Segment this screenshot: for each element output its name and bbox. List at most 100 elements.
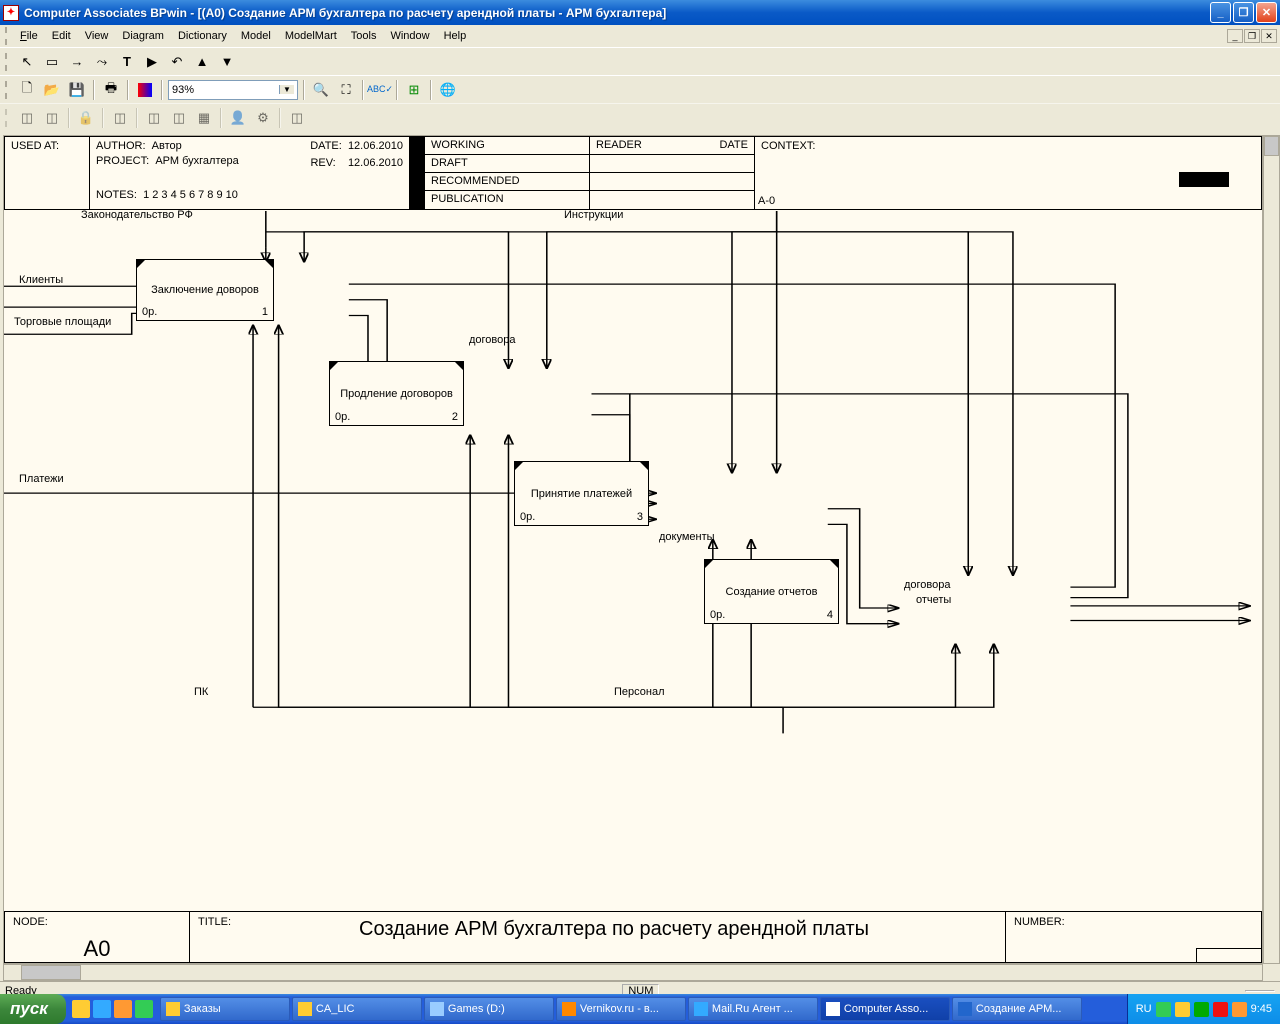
window-title: Computer Associates BPwin - [(A0) Создан…: [24, 6, 1210, 20]
app-icon: ✦: [3, 5, 19, 21]
system-tray: RU 9:45: [1127, 994, 1280, 1024]
horizontal-scrollbar[interactable]: [3, 964, 1263, 981]
menu-model[interactable]: Model: [234, 28, 278, 44]
label-areas: Торговые площади: [14, 316, 111, 328]
toolbar-tools: ↖ ▭ → ⤳ T ▶ ↶ ▲ ▼: [0, 47, 1280, 75]
task-1[interactable]: Заказы: [160, 997, 290, 1021]
zoom-dropdown-arrow[interactable]: ▼: [279, 85, 294, 94]
idef-footer: NODE: A0 TITLE: Создание АРМ бухгалтера …: [4, 911, 1262, 963]
toolbar-grip-2[interactable]: [5, 81, 10, 99]
undo-button[interactable]: ↶: [166, 51, 188, 73]
activity-box-1[interactable]: Заключение доворов 0р. 1: [136, 259, 274, 321]
toolbar-grip[interactable]: [5, 53, 10, 71]
minimize-button[interactable]: _: [1210, 2, 1231, 23]
pointer-tool-button[interactable]: ↖: [16, 51, 38, 73]
menu-tools[interactable]: Tools: [344, 28, 384, 44]
diagram-canvas[interactable]: USED AT: AUTHOR: Автор DATE: 12.06.2010 …: [3, 135, 1263, 964]
label-clients: Клиенты: [19, 274, 63, 286]
task-6[interactable]: Computer Asso...: [820, 997, 950, 1021]
palette-button[interactable]: [138, 83, 152, 97]
menu-dictionary[interactable]: Dictionary: [171, 28, 234, 44]
tray-icon-2[interactable]: [1175, 1002, 1190, 1017]
menu-bar: File Edit View Diagram Dictionary Model …: [0, 25, 1280, 47]
spellcheck-button[interactable]: ABC✓: [369, 79, 391, 101]
down-arrow-button[interactable]: ▼: [216, 51, 238, 73]
task-7[interactable]: Создание АРМ...: [952, 997, 1082, 1021]
mdi-close-button[interactable]: ✕: [1261, 29, 1277, 43]
ql-icon-4[interactable]: [135, 1000, 153, 1018]
mm-btn-3: ◫: [109, 107, 131, 129]
new-button[interactable]: 🗋: [16, 79, 38, 101]
text-tool-button[interactable]: T: [116, 51, 138, 73]
mm-btn-7: 👤: [227, 107, 249, 129]
task-5[interactable]: Mail.Ru Агент ...: [688, 997, 818, 1021]
label-reports-out: отчеты: [916, 594, 951, 606]
menu-view[interactable]: View: [78, 28, 116, 44]
toolbar-grip-3[interactable]: [5, 109, 10, 127]
zoom-combo[interactable]: 93% ▼: [168, 80, 298, 100]
menu-help[interactable]: Help: [437, 28, 474, 44]
author-cell: AUTHOR: Автор DATE: 12.06.2010 PROJECT: …: [90, 137, 410, 209]
save-button[interactable]: 💾: [66, 79, 88, 101]
ql-icon-1[interactable]: [72, 1000, 90, 1018]
task-4[interactable]: Vernikov.ru - в...: [556, 997, 686, 1021]
mm-lock-button: 🔒: [75, 107, 97, 129]
idef-header: USED AT: AUTHOR: Автор DATE: 12.06.2010 …: [4, 136, 1262, 210]
mm-btn-6: ▦: [193, 107, 215, 129]
mm-btn-9: ◫: [286, 107, 308, 129]
label-pc: ПК: [194, 686, 208, 698]
mdi-restore-button[interactable]: ❐: [1244, 29, 1260, 43]
start-button[interactable]: пуск: [0, 994, 66, 1024]
arrow-tool-button[interactable]: →: [66, 51, 88, 73]
activity-box-4[interactable]: Создание отчетов 0р. 4: [704, 559, 839, 624]
zoom-fit-button[interactable]: ⛶: [335, 79, 357, 101]
task-2[interactable]: CA_LIC: [292, 997, 422, 1021]
box-tool-button[interactable]: ▭: [41, 51, 63, 73]
activity-box-3[interactable]: Принятие платежей 0р. 3: [514, 461, 649, 526]
used-at-cell: USED AT:: [5, 137, 90, 209]
label-law: Законодательство РФ: [81, 209, 193, 221]
play-button[interactable]: ▶: [141, 51, 163, 73]
tray-icon-5[interactable]: [1232, 1002, 1247, 1017]
tray-icon-3[interactable]: [1194, 1002, 1209, 1017]
node-cell: NODE: A0: [5, 912, 190, 962]
mm-btn-4: ◫: [143, 107, 165, 129]
title-bar: ✦ Computer Associates BPwin - [(A0) Созд…: [0, 0, 1280, 25]
menu-modelmart[interactable]: ModelMart: [278, 28, 344, 44]
tree-button[interactable]: ⊞: [403, 79, 425, 101]
label-documents: документы: [659, 531, 715, 543]
zoom-in-button[interactable]: 🔍: [310, 79, 332, 101]
status-cell: WORKING DRAFT RECOMMENDED PUBLICATION: [425, 137, 590, 209]
menu-diagram[interactable]: Diagram: [115, 28, 171, 44]
close-button[interactable]: ✕: [1256, 2, 1277, 23]
mm-btn-5: ◫: [168, 107, 190, 129]
maximize-button[interactable]: ❐: [1233, 2, 1254, 23]
menu-file[interactable]: File: [13, 28, 45, 44]
toolbar-modelmart: ◫ ◫ 🔒 ◫ ◫ ◫ ▦ 👤 ⚙ ◫: [0, 103, 1280, 131]
print-button[interactable]: 🖶: [100, 79, 122, 101]
mdi-minimize-button[interactable]: _: [1227, 29, 1243, 43]
tray-icon-1[interactable]: [1156, 1002, 1171, 1017]
black-marker: [410, 137, 425, 209]
activity-box-2[interactable]: Продление договоров 0р. 2: [329, 361, 464, 426]
ql-icon-2[interactable]: [93, 1000, 111, 1018]
open-button[interactable]: 📂: [41, 79, 63, 101]
menu-edit[interactable]: Edit: [45, 28, 78, 44]
clock[interactable]: 9:45: [1251, 1003, 1272, 1015]
globe-button[interactable]: 🌐: [437, 79, 459, 101]
zoom-value: 93%: [172, 84, 279, 96]
menu-grip[interactable]: [5, 27, 10, 45]
tunnel-tool-button[interactable]: ⤳: [91, 51, 113, 73]
up-arrow-button[interactable]: ▲: [191, 51, 213, 73]
lang-indicator[interactable]: RU: [1136, 1003, 1152, 1015]
vertical-scrollbar[interactable]: [1263, 135, 1280, 964]
diagram-body[interactable]: Законодательство РФ Клиенты Торговые пло…: [4, 211, 1262, 911]
label-contracts-out: договора: [904, 579, 951, 591]
menu-window[interactable]: Window: [383, 28, 436, 44]
toolbar-standard: 🗋 📂 💾 🖶 93% ▼ 🔍 ⛶ ABC✓ ⊞ 🌐: [0, 75, 1280, 103]
task-3[interactable]: Games (D:): [424, 997, 554, 1021]
mm-btn-8: ⚙: [252, 107, 274, 129]
tray-icon-4[interactable]: [1213, 1002, 1228, 1017]
ql-icon-3[interactable]: [114, 1000, 132, 1018]
context-cell: CONTEXT: A-0: [755, 137, 1261, 209]
